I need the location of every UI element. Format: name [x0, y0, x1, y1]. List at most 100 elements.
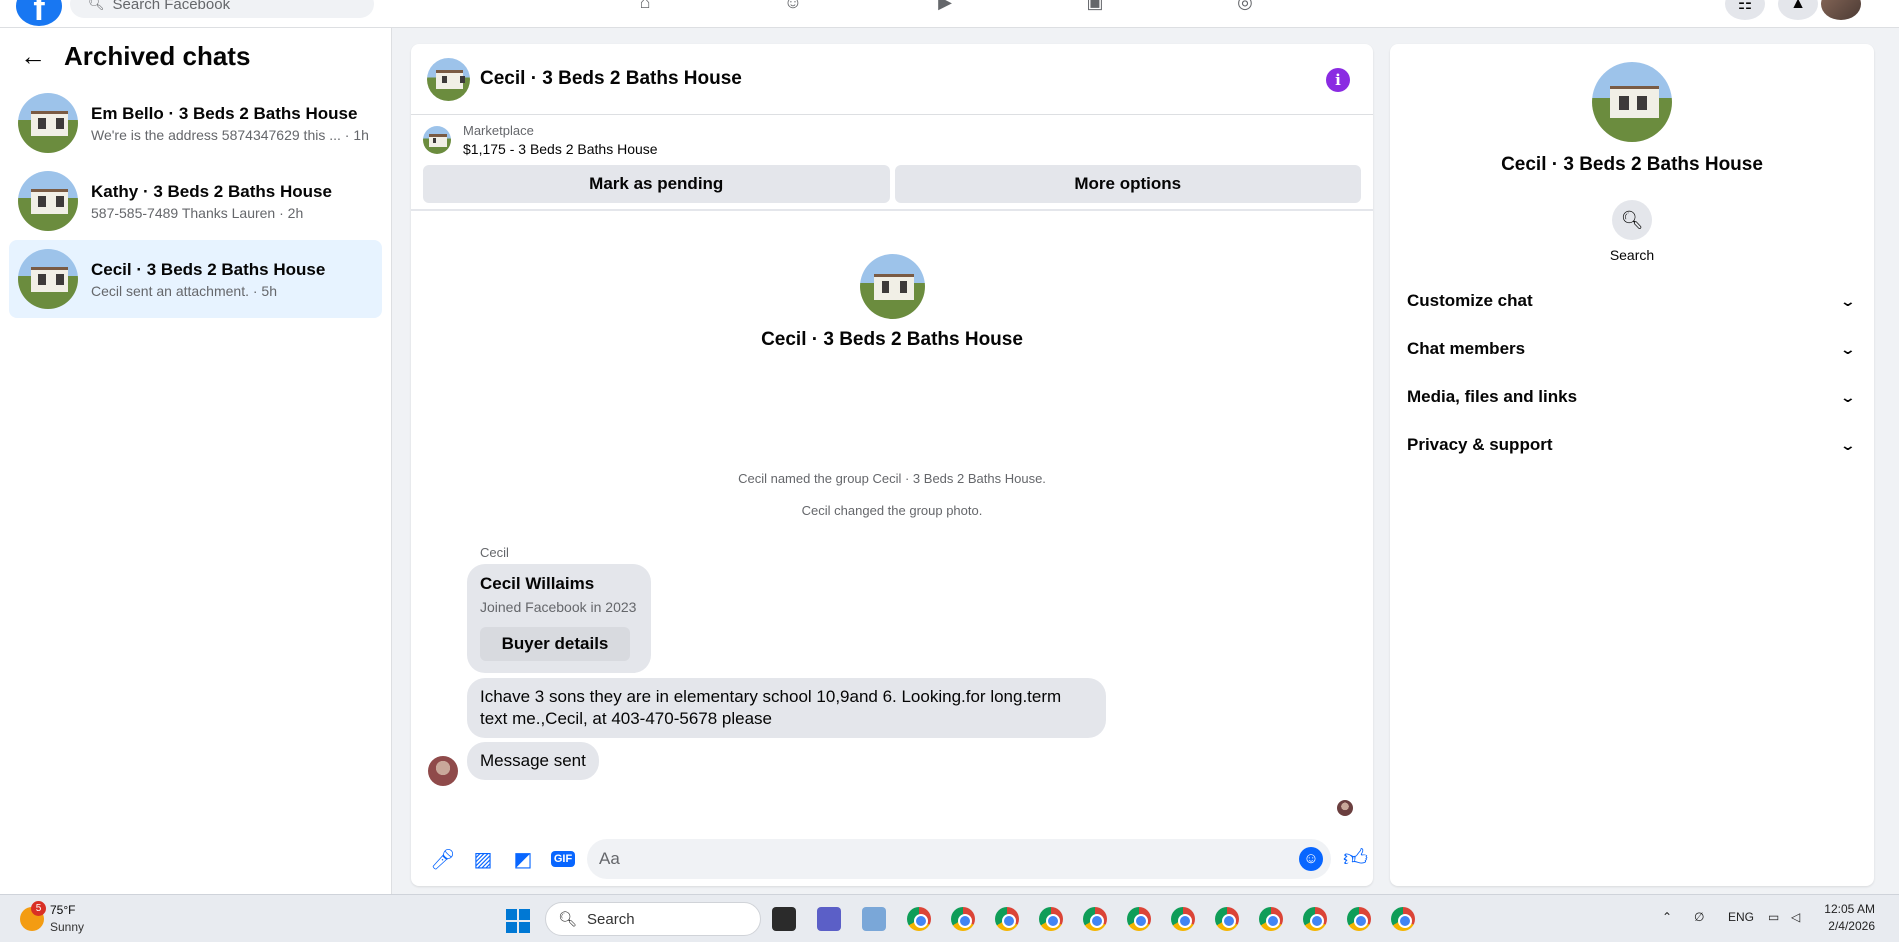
chrome-profile-icon[interactable] — [1127, 907, 1151, 931]
teams-icon[interactable] — [817, 907, 841, 931]
chrome-profile-icon[interactable] — [1039, 907, 1063, 931]
chrome-icon[interactable] — [907, 907, 931, 931]
seen-by-avatar — [1337, 800, 1353, 816]
search-placeholder: Search Facebook — [112, 0, 231, 13]
conversation-avatar[interactable] — [427, 57, 470, 101]
chrome-profile-icon[interactable] — [1083, 907, 1107, 931]
home-nav-icon[interactable]: ⌂ — [632, 0, 658, 12]
chrome-profile-icon[interactable] — [1215, 907, 1239, 931]
conversation-panel: Cecil · 3 Beds 2 Baths House i Marketpla… — [411, 44, 1373, 886]
house-thumbnail-icon — [18, 249, 78, 309]
thumbs-up-icon[interactable]: 👍︎ — [1343, 845, 1368, 873]
info-icon[interactable]: i — [1326, 68, 1350, 92]
menu-grid-icon[interactable]: ☷ — [1725, 0, 1765, 20]
more-options-button[interactable]: More options — [894, 165, 1361, 203]
photo-icon[interactable]: ▨ — [463, 844, 503, 874]
chat-item-em-bello[interactable]: Em Bello · 3 Beds 2 Baths House We're is… — [9, 84, 382, 162]
conversation-header: Cecil · 3 Beds 2 Baths House i — [411, 44, 1373, 115]
section-label: Customize chat — [1407, 291, 1533, 310]
back-arrow-icon[interactable]: ← — [20, 41, 46, 72]
message-row: Message sent — [411, 742, 1373, 786]
house-thumbnail-icon — [18, 171, 78, 231]
network-off-icon[interactable]: ∅ — [1694, 910, 1704, 924]
search-icon[interactable]: 🔍︎ — [1612, 200, 1652, 240]
chrome-profile-icon[interactable] — [1259, 907, 1283, 931]
section-label: Privacy & support — [1407, 435, 1553, 454]
windows-start-icon[interactable] — [506, 909, 530, 933]
task-view-icon[interactable] — [772, 907, 796, 931]
chrome-profile-icon[interactable] — [1347, 907, 1371, 931]
chevron-down-icon: ⌄ — [1839, 292, 1857, 309]
chat-preview: Cecil sent an attachment. · 5h — [91, 282, 277, 299]
groups-nav-icon[interactable]: ◎ — [1232, 0, 1258, 12]
clock-date: 2/4/2026 — [1828, 919, 1875, 933]
facebook-logo-icon[interactable]: f — [16, 0, 62, 26]
chat-name: Kathy · 3 Beds 2 Baths House — [91, 181, 332, 201]
top-nav-bar: f 🔍︎ Search Facebook ⌂ ☺ ▶ ▣ ◎ ☷ ▲ — [0, 0, 1899, 28]
message-input[interactable]: Aa ☺ — [587, 839, 1331, 879]
chrome-profile-icon[interactable] — [995, 907, 1019, 931]
privacy-support-section[interactable]: Privacy & support ⌄ — [1390, 421, 1874, 469]
chat-item-kathy[interactable]: Kathy · 3 Beds 2 Baths House 587-585-748… — [9, 162, 382, 240]
clock-time: 12:05 AM — [1824, 902, 1875, 916]
archived-chats-title: Archived chats — [64, 40, 251, 71]
chat-item-cecil[interactable]: Cecil · 3 Beds 2 Baths House Cecil sent … — [9, 240, 382, 318]
weather-badge: 5 — [31, 901, 46, 916]
chat-members-section[interactable]: Chat members ⌄ — [1390, 325, 1874, 373]
friends-nav-icon[interactable]: ☺ — [780, 0, 806, 12]
sticker-icon[interactable]: ◩ — [503, 844, 543, 874]
conversation-intro: Cecil · 3 Beds 2 Baths House — [411, 254, 1373, 351]
taskbar-search[interactable]: 🔍︎ Search — [545, 902, 761, 936]
marketplace-nav-icon[interactable]: ▣ — [1082, 0, 1108, 12]
chat-name: Cecil · 3 Beds 2 Baths House — [91, 259, 326, 279]
sender-avatar[interactable] — [428, 756, 458, 786]
info-search[interactable]: 🔍︎ Search — [1390, 200, 1874, 263]
language-indicator[interactable]: ENG — [1728, 910, 1754, 924]
message-bubble[interactable]: Ichave 3 sons they are in elementary sch… — [467, 678, 1106, 738]
section-label: Media, files and links — [1407, 387, 1578, 406]
search-label: Search — [1609, 247, 1655, 263]
message-bubble[interactable]: Message sent — [467, 742, 599, 780]
chevron-down-icon: ⌄ — [1839, 340, 1857, 357]
listing-title: $1,175 - 3 Beds 2 Baths House — [463, 141, 658, 157]
archived-chats-header: ← Archived chats — [0, 28, 391, 84]
search-icon: 🔍︎ — [88, 0, 105, 11]
account-avatar[interactable] — [1821, 0, 1861, 20]
chrome-profile-icon[interactable] — [1171, 907, 1195, 931]
buyer-details-button[interactable]: Buyer details — [480, 627, 630, 661]
section-label: Chat members — [1407, 339, 1526, 358]
chrome-profile-icon[interactable] — [1391, 907, 1415, 931]
gif-icon[interactable]: GIF — [543, 844, 583, 874]
mark-as-pending-button[interactable]: Mark as pending — [423, 165, 890, 203]
sender-name: Cecil — [480, 545, 509, 560]
snipping-tool-icon[interactable] — [862, 907, 886, 931]
emoji-icon[interactable]: ☺ — [1299, 847, 1323, 871]
customize-chat-section[interactable]: Customize chat ⌄ — [1390, 277, 1874, 325]
intro-avatar — [859, 254, 925, 319]
marketplace-label: Marketplace — [463, 123, 534, 138]
conversation-title[interactable]: Cecil · 3 Beds 2 Baths House — [480, 68, 742, 90]
marketplace-listing[interactable]: Marketplace $1,175 - 3 Beds 2 Baths Hous… — [411, 115, 1373, 165]
chevron-up-icon[interactable]: ⌃ — [1662, 910, 1672, 924]
archived-chats-panel: ← Archived chats Em Bello · 3 Beds 2 Bat… — [0, 28, 392, 894]
chat-name: Em Bello · 3 Beds 2 Baths House — [91, 103, 358, 123]
speaker-icon[interactable]: ◁ — [1791, 910, 1800, 924]
windows-taskbar: 5 75°F Sunny 🔍︎ Search ⌃ ∅ ENG ▭ ◁ 12:05… — [0, 894, 1899, 942]
media-files-links-section[interactable]: Media, files and links ⌄ — [1390, 373, 1874, 421]
search-icon: 🔍︎ — [558, 911, 578, 928]
system-message: Cecil changed the group photo. — [801, 503, 983, 518]
buyer-profile-card: Cecil Willaims Joined Facebook in 2023 B… — [467, 564, 651, 673]
microphone-icon[interactable]: 🎤︎ — [423, 844, 463, 874]
video-nav-icon[interactable]: ▶ — [932, 0, 958, 12]
facebook-search-input[interactable]: 🔍︎ Search Facebook — [70, 0, 374, 18]
chat-info-panel: Cecil · 3 Beds 2 Baths House 🔍︎ Search C… — [1390, 44, 1874, 886]
notifications-bell-icon[interactable]: ▲ — [1778, 0, 1818, 20]
chrome-profile-icon[interactable] — [1303, 907, 1327, 931]
weather-temperature[interactable]: 75°F — [50, 903, 75, 917]
weather-condition[interactable]: Sunny — [50, 920, 84, 934]
taskbar-clock[interactable]: 12:05 AM 2/4/2026 — [1824, 901, 1875, 935]
chat-preview: 587-585-7489 Thanks Lauren · 2h — [91, 204, 304, 221]
listing-thumbnail-icon — [423, 126, 451, 154]
chrome-profile-icon[interactable] — [951, 907, 975, 931]
display-icon[interactable]: ▭ — [1768, 910, 1779, 924]
